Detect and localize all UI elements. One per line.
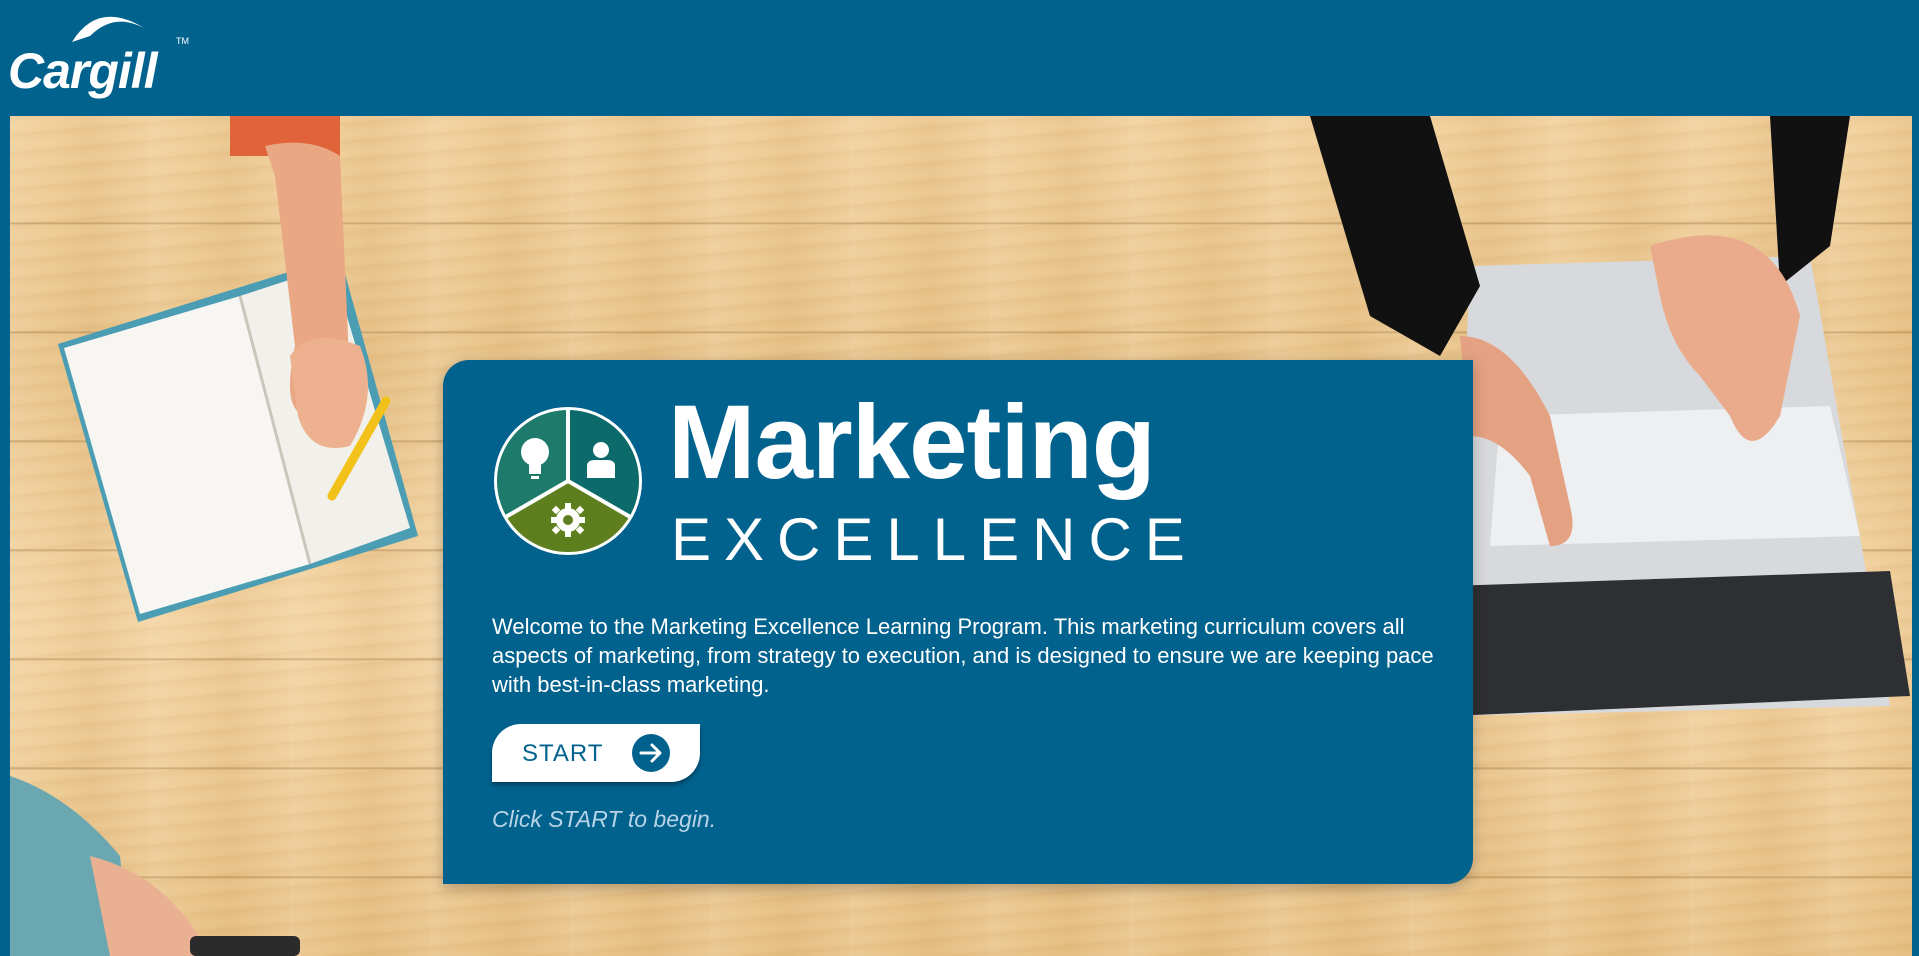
logo-text: Cargill <box>8 43 158 99</box>
cargill-logo[interactable]: Cargill TM <box>8 6 189 99</box>
program-subtitle: EXCELLENCE <box>671 506 1198 573</box>
welcome-text: Welcome to the Marketing Excellence Lear… <box>492 614 1434 697</box>
marketing-excellence-logo <box>494 407 642 555</box>
gear-icon <box>551 503 585 537</box>
start-button[interactable]: START <box>492 724 700 782</box>
start-button-label: START <box>522 740 604 767</box>
start-hint: Click START to begin. <box>492 806 717 832</box>
trademark-mark: TM <box>176 36 189 46</box>
phone-arm-image <box>10 776 300 956</box>
program-title: Marketing <box>668 384 1156 501</box>
arrow-right-icon <box>632 734 670 772</box>
header-bar: Cargill TM <box>0 0 1919 116</box>
welcome-panel: Marketing EXCELLENCE Welcome to the Mark… <box>443 360 1473 884</box>
logo-swoosh-icon <box>72 16 144 42</box>
hero-background: Marketing EXCELLENCE Welcome to the Mark… <box>10 116 1912 956</box>
